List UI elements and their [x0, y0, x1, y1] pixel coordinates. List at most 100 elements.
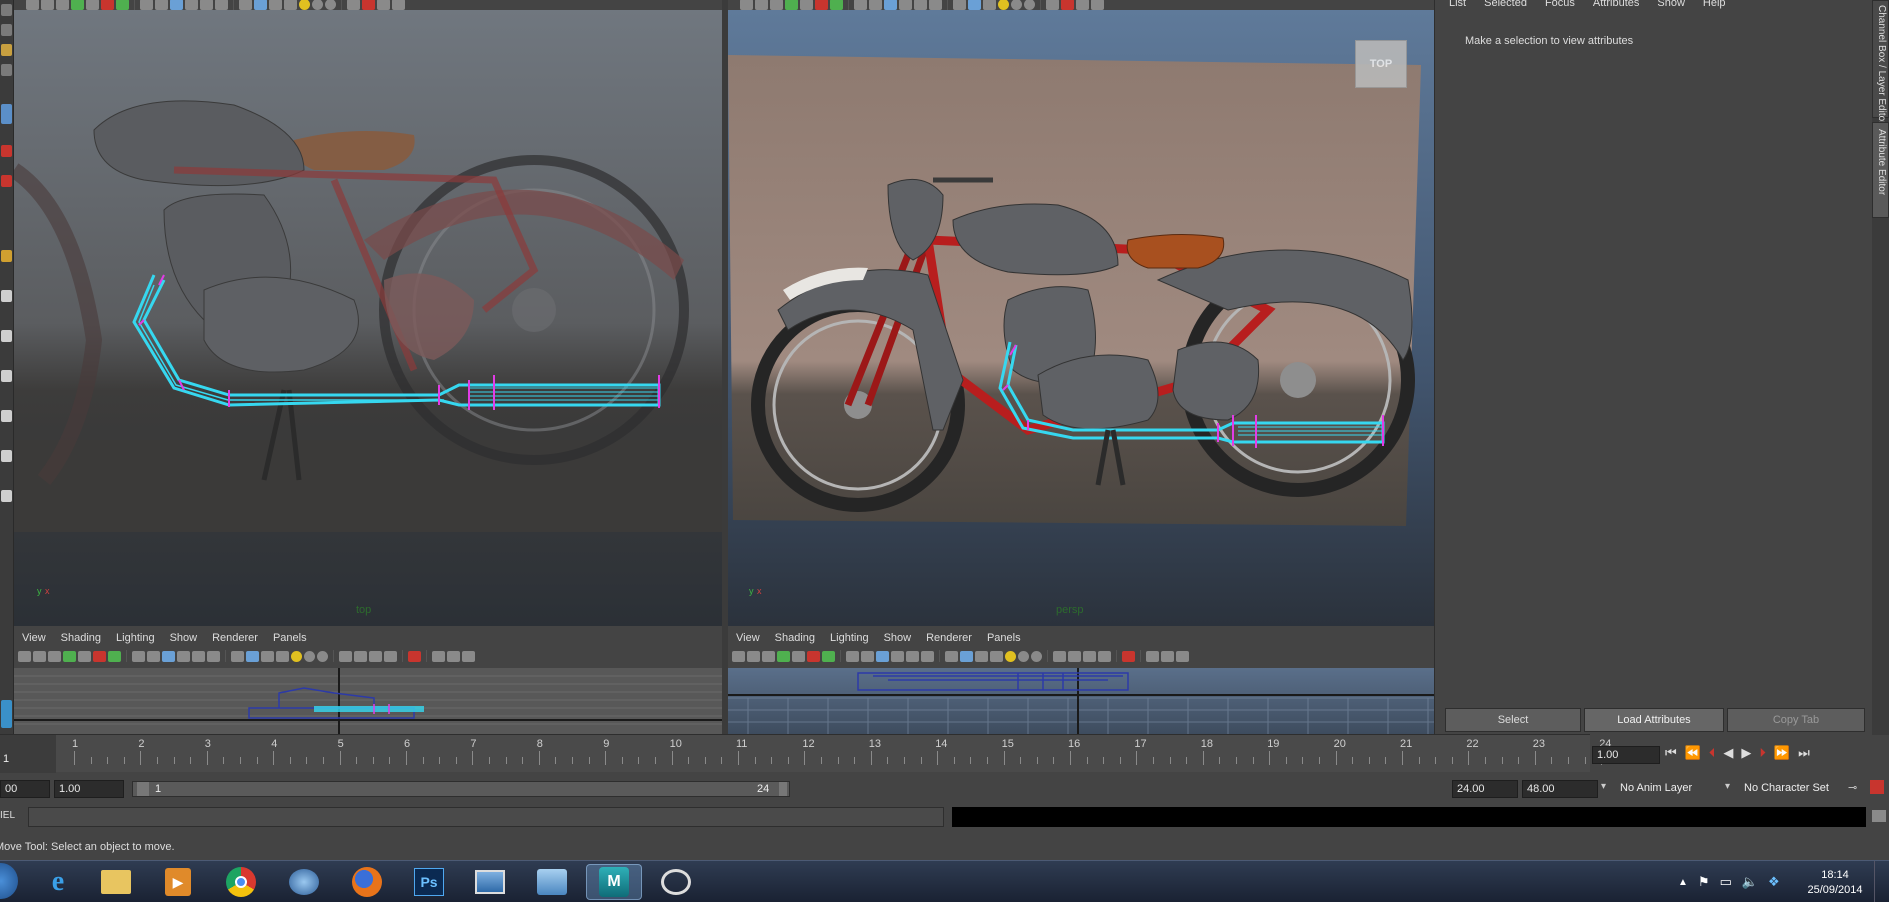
top-view-canvas[interactable]: y x top	[14, 10, 724, 626]
menu-show[interactable]: Show	[884, 632, 912, 644]
taskbar-item-maya[interactable]: M	[586, 864, 642, 900]
camera-icon[interactable]	[740, 0, 753, 10]
checker-icon[interactable]	[261, 650, 274, 662]
command-language-label[interactable]: IEL	[0, 810, 15, 821]
dropbox-icon[interactable]: ❖	[1768, 874, 1780, 890]
network-icon[interactable]: ▭	[1720, 874, 1732, 890]
select-button[interactable]: Select	[1445, 708, 1581, 732]
menu-help[interactable]: Help	[1703, 0, 1726, 11]
xray-joints-icon[interactable]	[968, 0, 981, 10]
outliner-icon[interactable]	[1, 700, 12, 728]
step-back-frame-icon[interactable]: ⏴	[1709, 745, 1716, 761]
current-time-field[interactable]: 1.00	[1592, 746, 1660, 764]
channel-box-tab[interactable]: Channel Box / Layer Editor	[1872, 0, 1889, 125]
gamma-icon[interactable]	[1046, 0, 1059, 10]
menu-list[interactable]: List	[1449, 0, 1466, 11]
show-hidden-icons-icon[interactable]: ▲	[1678, 877, 1688, 888]
step-forward-key-icon[interactable]: ⏩	[1774, 745, 1790, 761]
safe-action-icon[interactable]	[116, 0, 129, 10]
step-forward-frame-icon[interactable]: ⏵	[1759, 745, 1766, 761]
motion-blur-icon[interactable]	[325, 0, 336, 10]
motion-blur-icon[interactable]	[1024, 0, 1035, 10]
texture-icon[interactable]	[192, 650, 205, 662]
smooth-shade-icon[interactable]	[869, 0, 882, 10]
lights-icon[interactable]	[929, 0, 942, 10]
pan-zoom-icon[interactable]	[432, 650, 445, 662]
paint-tool-icon[interactable]	[1, 44, 12, 56]
texture-icon[interactable]	[906, 650, 919, 662]
layout-custom-icon[interactable]	[1, 490, 12, 502]
camera-attr-icon[interactable]	[41, 0, 54, 10]
taskbar-item-explorer[interactable]	[88, 864, 144, 900]
pan-zoom-icon[interactable]	[1076, 0, 1089, 10]
select-camera-icon[interactable]	[362, 0, 375, 10]
playback-start-field[interactable]: 1.00	[54, 780, 124, 798]
layout-four-icon[interactable]	[1, 330, 12, 342]
menu-renderer[interactable]: Renderer	[926, 632, 972, 644]
grid-icon[interactable]	[63, 650, 76, 662]
character-set-selector[interactable]: No Character Set	[1744, 782, 1829, 794]
panel-layout-icon[interactable]	[392, 0, 405, 10]
menu-view[interactable]: View	[736, 632, 760, 644]
move-tool-icon[interactable]	[1, 64, 12, 76]
load-attributes-button[interactable]: Load Attributes	[1584, 708, 1724, 732]
grid-icon[interactable]	[785, 0, 798, 10]
anim-layer-selector[interactable]: No Anim Layer	[1620, 782, 1692, 794]
light-bulb-icon[interactable]	[299, 0, 310, 10]
light-bulb-icon[interactable]	[1005, 650, 1016, 662]
layout-persp-outliner-icon[interactable]	[1, 410, 12, 422]
gamma-icon[interactable]	[1053, 650, 1066, 662]
pan-zoom-icon[interactable]	[377, 0, 390, 10]
menu-selected[interactable]: Selected	[1484, 0, 1527, 11]
menu-show[interactable]: Show	[1657, 0, 1685, 11]
taskbar-item-thunderbird[interactable]	[276, 864, 332, 900]
shadows-icon[interactable]	[284, 0, 297, 10]
panel-layout-icon[interactable]	[447, 650, 460, 662]
texture-icon[interactable]	[914, 0, 927, 10]
ao-icon[interactable]	[1018, 650, 1029, 662]
resolution-gate-icon[interactable]	[93, 650, 106, 662]
shaded-icon[interactable]	[876, 650, 889, 662]
bookmark-icon[interactable]	[56, 0, 69, 10]
side-view-canvas[interactable]	[14, 668, 722, 734]
resolution-gate-icon[interactable]	[101, 0, 114, 10]
camera-icon[interactable]	[732, 650, 745, 662]
xray-icon[interactable]	[891, 650, 904, 662]
camera-icon[interactable]	[18, 650, 31, 662]
menu-renderer[interactable]: Renderer	[212, 632, 258, 644]
grid-icon[interactable]	[71, 0, 84, 10]
film-gate-icon[interactable]	[792, 650, 805, 662]
menu-lighting[interactable]: Lighting	[830, 632, 869, 644]
menu-attributes[interactable]: Attributes	[1593, 0, 1639, 11]
light-bulb-icon[interactable]	[998, 0, 1009, 10]
tear-off-icon[interactable]	[1176, 650, 1189, 662]
play-backwards-icon[interactable]: ◀	[1723, 745, 1733, 761]
front-view-canvas[interactable]	[728, 668, 1434, 734]
menu-panels[interactable]: Panels	[987, 632, 1021, 644]
shaded-icon[interactable]	[884, 0, 897, 10]
wireframe-icon[interactable]	[132, 650, 145, 662]
ao-icon[interactable]	[312, 0, 323, 10]
isolate-icon[interactable]	[953, 0, 966, 10]
hud-icon[interactable]	[369, 650, 382, 662]
camera-attr-icon[interactable]	[755, 0, 768, 10]
select-tool-icon[interactable]	[1, 4, 12, 16]
xray-joints-icon[interactable]	[254, 0, 267, 10]
hud-icon[interactable]	[1083, 650, 1096, 662]
layout-graph-icon[interactable]	[1, 450, 12, 462]
menu-shading[interactable]: Shading	[61, 632, 101, 644]
range-slider[interactable]: 1 24	[132, 781, 790, 797]
bookmark-icon[interactable]	[770, 0, 783, 10]
isolate-icon[interactable]	[945, 650, 958, 662]
motion-blur-icon[interactable]	[317, 650, 328, 662]
gamma-icon[interactable]	[339, 650, 352, 662]
menu-focus[interactable]: Focus	[1545, 0, 1575, 11]
fit-icon[interactable]	[384, 650, 397, 662]
gamma-icon[interactable]	[347, 0, 360, 10]
menu-panels[interactable]: Panels	[273, 632, 307, 644]
safe-action-icon[interactable]	[822, 650, 835, 662]
bookmark-icon[interactable]	[48, 650, 61, 662]
rotate-tool-icon[interactable]	[1, 104, 12, 124]
attribute-editor-tab[interactable]: Attribute Editor	[1872, 122, 1889, 218]
volume-icon[interactable]: 🔈	[1742, 874, 1758, 890]
